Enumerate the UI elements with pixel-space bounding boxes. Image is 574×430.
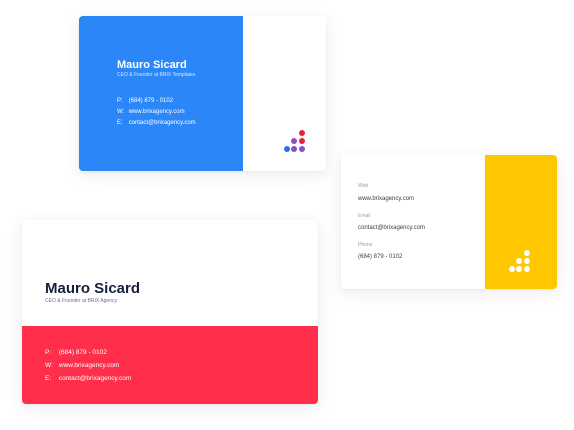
card-blue-panel [79,16,243,171]
phone-label: P: [117,98,123,104]
card-role: CEO & Founder at BRIX Agency [45,298,117,304]
web-label: Web [358,183,369,189]
web-value: www.brixagency.com [128,109,185,115]
logo-dot [284,146,290,152]
business-cards-canvas: Mauro Sicard CEO & Founder at BRIX Templ… [0,0,574,430]
contact-email-row: E: contact@brixagency.com [117,118,196,129]
email-value: contact@brixagency.com [58,375,132,382]
business-card-blue: Mauro Sicard CEO & Founder at BRIX Templ… [79,16,326,171]
logo-dot [516,266,522,272]
contact-phone-row: P: (684) 879 - 0102 [45,346,131,359]
card-contacts: P: (684) 879 - 0102 W: www.brixagency.co… [117,96,196,129]
logo-dot [299,138,305,144]
email-value: contact@brixagency.com [128,120,196,126]
phone-value: (684) 879 - 0102 [58,349,107,356]
web-value: www.brixagency.com [58,362,120,369]
email-label: E: [45,375,52,382]
logo-dot [291,138,297,144]
email-value: contact@brixagency.com [358,225,426,231]
email-label: E: [117,120,123,126]
logo-dot [524,250,530,256]
card-role: CEO & Founder at BRIX Templates [117,72,196,78]
contact-web-row: W: www.brixagency.com [117,107,196,118]
logo-dot [299,130,305,136]
web-value: www.brixagency.com [358,196,414,202]
phone-value: (684) 879 - 0102 [358,254,403,260]
dot-logo-icon [284,130,308,154]
phone-label: P: [45,349,52,356]
card-contacts: P: (684) 879 - 0102 W: www.brixagency.co… [45,346,131,385]
business-card-red: Mauro Sicard CEO & Founder at BRIX Agenc… [22,220,318,404]
logo-dot [524,266,530,272]
web-label: W: [45,362,53,369]
card-yellow-panel [485,155,557,289]
contact-email-row: E: contact@brixagency.com [45,372,131,385]
phone-value: (684) 879 - 0102 [128,98,174,104]
logo-dot [291,146,297,152]
email-label: Email [358,213,371,219]
phone-label: Phone [358,242,373,248]
card-name: Mauro Sicard [117,59,187,71]
contact-web-row: W: www.brixagency.com [45,359,131,372]
logo-dot [516,258,522,264]
logo-dot [299,146,305,152]
business-card-yellow: Web www.brixagency.com Email contact@bri… [341,155,557,289]
card-name: Mauro Sicard [45,280,141,297]
contact-phone-row: P: (684) 879 - 0102 [117,96,196,107]
web-label: W: [117,109,125,115]
logo-dot [524,258,530,264]
dot-logo-icon [509,250,533,274]
logo-dot [509,266,515,272]
